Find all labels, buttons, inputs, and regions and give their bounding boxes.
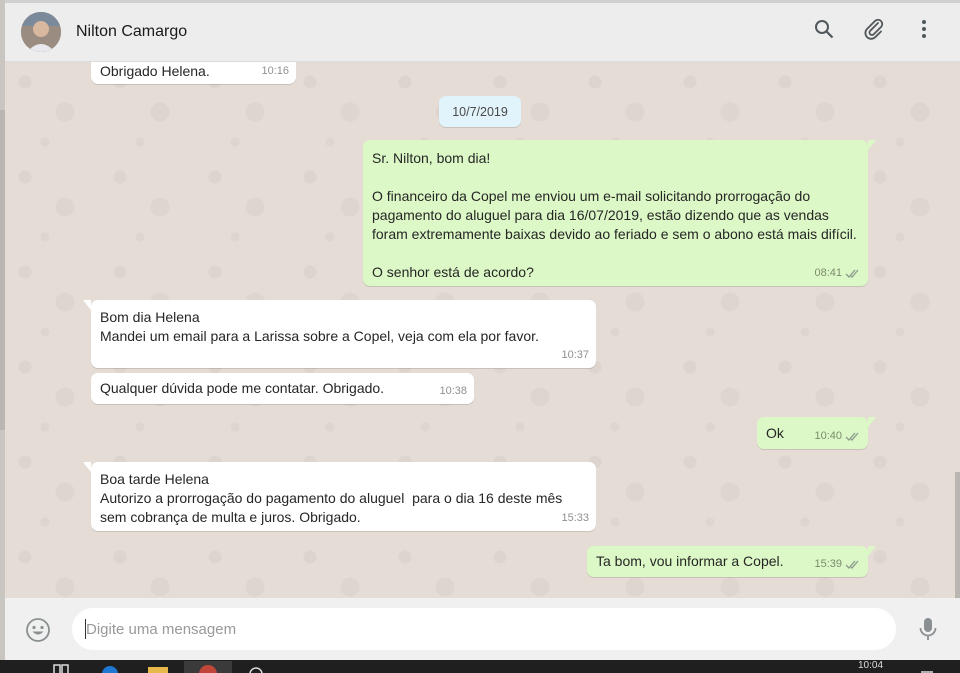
edge-browser-icon[interactable] (100, 661, 120, 673)
message-text: Sr. Nilton, bom dia! O financeiro da Cop… (372, 150, 857, 280)
message-time: 10:16 (261, 65, 289, 77)
avatar[interactable] (21, 12, 61, 52)
message-time: 08:41 (814, 267, 842, 279)
chat-header: Nilton Camargo (5, 0, 960, 62)
message-outgoing[interactable]: Sr. Nilton, bom dia! O financeiro da Cop… (363, 140, 876, 286)
taskbar-clock[interactable]: 10:04 (858, 661, 883, 671)
message-text: Qualquer dúvida pode me contatar. Obriga… (100, 380, 385, 396)
file-explorer-icon[interactable] (146, 661, 170, 673)
composer (5, 598, 960, 660)
notification-icon[interactable] (918, 661, 936, 673)
contact-name[interactable]: Nilton Camargo (76, 23, 187, 41)
menu-icon[interactable] (912, 17, 936, 41)
taskbar: 10:04 (0, 660, 960, 673)
message-time: 10:40 (814, 430, 842, 442)
message-input[interactable] (72, 608, 896, 650)
double-check-icon (845, 269, 859, 278)
message-time: 15:33 (561, 512, 589, 524)
app-icon[interactable] (246, 661, 266, 673)
message-outgoing[interactable]: Ok 10:40 (757, 417, 876, 449)
message-time: 15:39 (814, 558, 842, 570)
message-text: Boa tarde Helena Autorizo a prorrogação … (100, 471, 563, 525)
message-incoming[interactable]: Obrigado Helena. 10:16 (91, 62, 296, 84)
date-chip: 10/7/2019 (439, 96, 521, 127)
message-input-box[interactable] (72, 608, 896, 650)
chrome-taskbar-button[interactable] (184, 661, 232, 673)
message-incoming[interactable]: Qualquer dúvida pode me contatar. Obriga… (91, 373, 474, 404)
message-incoming[interactable]: Boa tarde Helena Autorizo a prorrogação … (83, 462, 596, 531)
message-list[interactable]: Obrigado Helena. 10:16 10/7/2019 Sr. Nil… (5, 62, 960, 598)
message-time: 10:38 (439, 385, 467, 397)
double-check-icon (845, 432, 859, 441)
message-time: 10:37 (561, 349, 589, 361)
message-outgoing[interactable]: Ta bom, vou informar a Copel. 15:39 (587, 546, 876, 577)
message-text: Bom dia Helena Mandei um email para a La… (100, 309, 539, 344)
search-icon[interactable] (812, 17, 836, 41)
message-text: Obrigado Helena. (100, 63, 210, 79)
emoji-icon[interactable] (25, 617, 51, 643)
scrollbar[interactable] (955, 472, 960, 598)
message-incoming[interactable]: Bom dia Helena Mandei um email para a La… (83, 300, 596, 368)
task-view-icon[interactable] (52, 661, 70, 673)
double-check-icon (845, 560, 859, 569)
text-caret (85, 619, 86, 639)
attach-icon[interactable] (862, 17, 886, 41)
microphone-icon[interactable] (916, 616, 940, 642)
